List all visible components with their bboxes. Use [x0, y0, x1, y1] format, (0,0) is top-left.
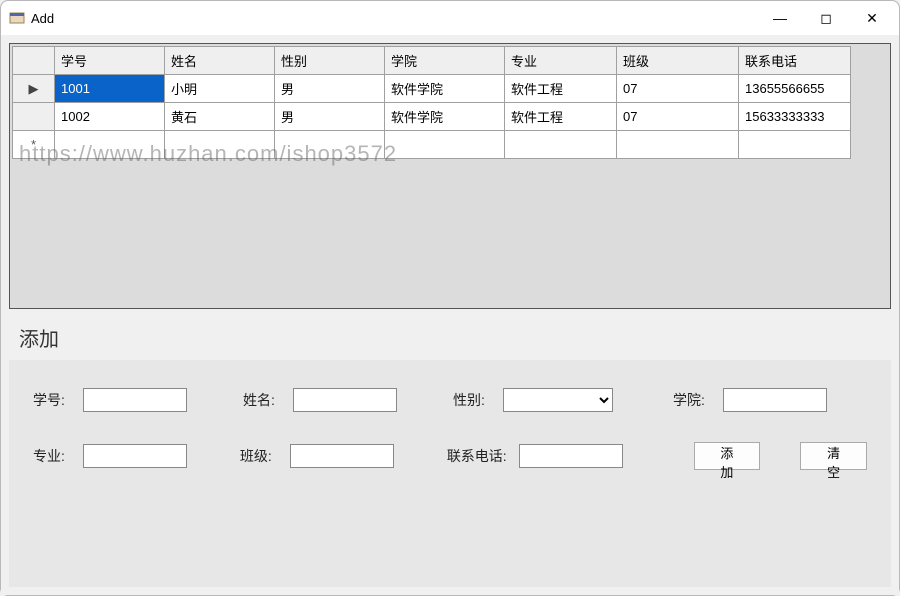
grid-header[interactable]: 联系电话 [739, 47, 851, 75]
table-row[interactable]: 1002 黄石 男 软件学院 软件工程 07 15633333333 [13, 103, 851, 131]
section-heading: 添加 [19, 323, 891, 352]
window-title: Add [31, 11, 54, 26]
grid-cell[interactable]: 13655566655 [739, 75, 851, 103]
grid-cell[interactable]: 黄石 [165, 103, 275, 131]
title-bar: Add — ◻ ✕ [1, 1, 899, 35]
grid-header[interactable]: 学院 [385, 47, 505, 75]
add-form-panel: 学号: 姓名: 性别: 学院: 专业: 班级: [9, 360, 891, 587]
grid-cell[interactable] [385, 131, 505, 159]
class-input[interactable] [290, 444, 394, 468]
grid-cell[interactable] [617, 131, 739, 159]
grid-cell[interactable] [165, 131, 275, 159]
grid-header-row: 学号 姓名 性别 学院 专业 班级 联系电话 [13, 47, 851, 75]
grid-cell[interactable]: 07 [617, 103, 739, 131]
grid-cell[interactable] [275, 131, 385, 159]
table-new-row[interactable]: * [13, 131, 851, 159]
grid-cell[interactable]: 1002 [55, 103, 165, 131]
label-student-id: 学号: [33, 390, 83, 410]
label-college: 学院: [673, 390, 723, 410]
sex-select[interactable] [503, 388, 613, 412]
data-grid[interactable]: 学号 姓名 性别 学院 专业 班级 联系电话 ▶ 1001 小明 男 软件学院 … [12, 46, 851, 159]
grid-header[interactable]: 姓名 [165, 47, 275, 75]
grid-cell[interactable]: 男 [275, 75, 385, 103]
row-indicator: ▶ [13, 75, 55, 103]
label-sex: 性别: [453, 390, 503, 410]
grid-cell[interactable]: 1001 [55, 75, 165, 103]
maximize-button[interactable]: ◻ [803, 3, 849, 33]
label-class: 班级: [240, 446, 290, 466]
data-grid-panel: 学号 姓名 性别 学院 专业 班级 联系电话 ▶ 1001 小明 男 软件学院 … [9, 43, 891, 309]
grid-cell[interactable]: 男 [275, 103, 385, 131]
grid-cell[interactable]: 软件工程 [505, 75, 617, 103]
form-row-1: 学号: 姓名: 性别: 学院: [33, 388, 867, 412]
clear-button[interactable]: 清空 [800, 442, 867, 470]
grid-cell[interactable]: 15633333333 [739, 103, 851, 131]
grid-corner [13, 47, 55, 75]
phone-input[interactable] [519, 444, 623, 468]
minimize-button[interactable]: — [757, 3, 803, 33]
student-id-input[interactable] [83, 388, 187, 412]
label-name: 姓名: [243, 390, 293, 410]
grid-header[interactable]: 专业 [505, 47, 617, 75]
grid-cell[interactable] [739, 131, 851, 159]
grid-cell[interactable]: 软件学院 [385, 103, 505, 131]
client-area: 学号 姓名 性别 学院 专业 班级 联系电话 ▶ 1001 小明 男 软件学院 … [1, 35, 899, 595]
grid-cell[interactable]: 软件学院 [385, 75, 505, 103]
grid-cell[interactable] [505, 131, 617, 159]
college-input[interactable] [723, 388, 827, 412]
grid-cell[interactable]: 软件工程 [505, 103, 617, 131]
label-phone: 联系电话: [447, 446, 519, 466]
label-major: 专业: [33, 446, 83, 466]
grid-cell[interactable]: 07 [617, 75, 739, 103]
grid-cell[interactable] [55, 131, 165, 159]
form-row-2: 专业: 班级: 联系电话: 添加 清空 [33, 442, 867, 470]
grid-header[interactable]: 性别 [275, 47, 385, 75]
add-button[interactable]: 添加 [694, 442, 761, 470]
close-button[interactable]: ✕ [849, 3, 895, 33]
table-row[interactable]: ▶ 1001 小明 男 软件学院 软件工程 07 13655566655 [13, 75, 851, 103]
name-input[interactable] [293, 388, 397, 412]
grid-cell[interactable]: 小明 [165, 75, 275, 103]
new-row-indicator: * [13, 131, 55, 159]
major-input[interactable] [83, 444, 187, 468]
app-icon [9, 10, 25, 26]
grid-header[interactable]: 班级 [617, 47, 739, 75]
row-indicator [13, 103, 55, 131]
grid-header[interactable]: 学号 [55, 47, 165, 75]
